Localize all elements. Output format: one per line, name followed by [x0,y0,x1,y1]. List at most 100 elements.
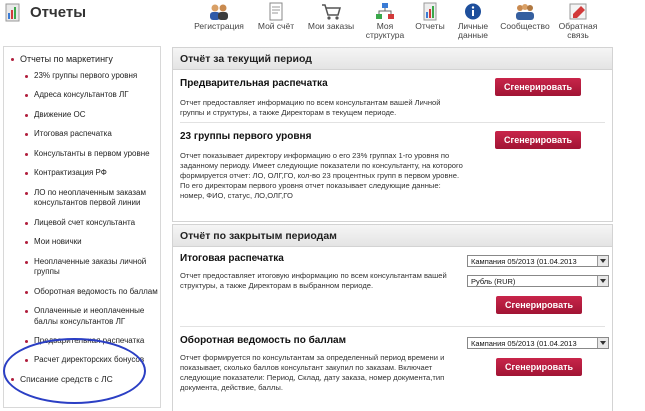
report-preliminary: Предварительная распечатка Отчет предост… [180,78,605,123]
generate-button[interactable]: Сгенерировать [495,78,581,96]
bullet-icon [25,133,28,136]
cart-icon [322,4,341,20]
sidebar: Отчеты по маркетингу 23% группы первого … [3,46,161,408]
closed-periods-panel: Отчёт по закрытым периодам Итоговая расп… [172,224,613,411]
reports-app-icon [5,3,20,22]
generate-button[interactable]: Сгенерировать [496,358,582,376]
bullet-icon [25,94,28,97]
sidebar-item-label: Списание средств с ЛС [20,374,113,384]
nav-community[interactable]: Сообщество [496,0,554,44]
panel-header: Отчёт по закрытым периодам [173,225,612,247]
people-icon [210,4,228,20]
bullet-icon [25,113,28,117]
nav-label: Мои заказы [307,21,355,31]
bullet-icon [25,358,28,362]
nav-my-account[interactable]: Мой счёт [250,0,302,44]
sidebar-item-label: Предварительная распечатка [34,336,145,345]
structure-icon [376,3,394,19]
sidebar-item[interactable]: Оборотная ведомость по баллам [4,287,160,298]
nav-my-structure[interactable]: Моя структура [360,0,410,44]
report-23-groups: 23 группы первого уровня Отчет показывае… [180,131,605,201]
bullet-icon [11,58,14,61]
report-description: Отчет предоставляет информацию по всем к… [180,98,441,117]
divider [180,326,605,327]
sidebar-item-label: Итоговая распечатка [34,129,112,138]
sidebar-item-label: Отчеты по маркетингу [20,54,113,64]
generate-button[interactable]: Сгенерировать [496,296,582,314]
bullet-icon [25,221,28,225]
nav-label: Обратная связь [558,21,598,40]
bullet-icon [25,74,28,78]
community-icon [516,4,534,20]
nav-label: Личные данные [457,21,489,40]
top-navigation: Регистрация Мой счёт Мои заказы Моя стру… [188,0,602,44]
chevron-down-icon [597,338,608,348]
bullet-icon [25,152,28,156]
sidebar-item[interactable]: ЛО по неоплаченным заказам консультантов… [4,188,160,209]
sidebar-item-label: Оборотная ведомость по баллам [34,286,158,296]
feedback-icon [569,3,587,20]
currency-select[interactable]: Рубль (RUR) [467,275,609,287]
sidebar-item[interactable]: Мои новички [4,237,160,248]
bullet-icon [25,191,28,195]
report-description: Отчет формируется по консультантам за оп… [180,353,445,392]
sidebar-item-label: Движение ОС [34,109,86,119]
sidebar-item[interactable]: Лицевой счет консультанта [4,218,160,229]
campaign-select[interactable]: Кампания 05/2013 (01.04.2013 [467,337,609,349]
sidebar-item[interactable]: Расчет директорских бонусов [4,355,160,366]
campaign-value: Кампания 05/2013 (01.04.2013 [471,257,577,266]
nav-label: Регистрация [194,21,244,31]
report-description: Отчет показывает директору информацию о … [180,151,463,200]
bullet-icon [25,260,28,264]
info-icon [465,3,481,20]
divider [180,122,605,123]
nav-label: Мой счёт [257,21,295,31]
sidebar-item-label: Консультанты в первом уровне [34,148,150,158]
nav-my-orders[interactable]: Мои заказы [302,0,360,44]
chevron-down-icon [597,276,608,286]
sidebar-item-label: Лицевой счет консультанта [34,217,136,227]
bullet-icon [25,310,28,313]
sidebar-item[interactable]: Контрактизация РФ [4,168,160,179]
sidebar-list: Отчеты по маркетингу 23% группы первого … [4,47,160,385]
sidebar-item-label: Оплаченные и неоплаченные баллы консульт… [34,306,145,326]
nav-label: Сообщество [500,21,550,31]
currency-value: Рубль (RUR) [471,277,516,286]
sidebar-item-label: Адреса консультантов ЛГ [34,90,129,99]
sidebar-item[interactable]: Оплаченные и неоплаченные баллы консульт… [4,306,160,327]
panel-header: Отчёт за текущий период [173,48,612,70]
sidebar-item[interactable]: Консультанты в первом уровне [4,149,160,160]
sidebar-item[interactable]: Движение ОС [4,110,160,121]
sidebar-item[interactable]: Неоплаченные заказы личной группы [4,257,160,278]
sidebar-item-label: ЛО по неоплаченным заказам консультантов… [34,187,146,208]
bullet-icon [25,340,28,343]
header: Отчеты Регистрация Мой счёт Мои заказы М… [0,0,645,46]
bullet-icon [25,290,28,294]
nav-feedback[interactable]: Обратная связь [554,0,602,44]
sidebar-item-label: Неоплаченные заказы личной группы [34,256,147,277]
sidebar-item[interactable]: Адреса консультантов ЛГ [4,90,160,101]
current-period-panel: Отчёт за текущий период Предварительная … [172,47,613,222]
sidebar-item[interactable]: 23% группы первого уровня [4,71,160,82]
sidebar-item-label: 23% группы первого уровня [34,70,138,80]
document-icon [269,2,283,21]
sidebar-item-label: Мои новички [34,237,82,246]
report-final: Итоговая распечатка Отчет предоставляет … [180,253,609,327]
generate-button[interactable]: Сгенерировать [495,131,581,149]
nav-personal-data[interactable]: Личные данные [450,0,496,44]
bullet-icon [25,241,28,244]
page-title: Отчеты [30,4,87,21]
nav-reports[interactable]: Отчеты [410,0,450,44]
sidebar-item-label: Расчет директорских бонусов [34,354,145,364]
bullet-icon [25,172,28,175]
sidebar-item-marketing-reports[interactable]: Отчеты по маркетингу [4,54,160,65]
bullet-icon [11,378,14,381]
nav-label: Отчеты [415,21,445,31]
sidebar-item[interactable]: Предварительная распечатка [4,336,160,347]
sidebar-item[interactable]: Итоговая распечатка [4,129,160,140]
campaign-select[interactable]: Кампания 05/2013 (01.04.2013 [467,255,609,267]
nav-registration[interactable]: Регистрация [188,0,250,44]
report-description: Отчет предоставляет итоговую информацию … [180,271,447,290]
sidebar-item-write-off[interactable]: Списание средств с ЛС [4,374,160,385]
campaign-value: Кампания 05/2013 (01.04.2013 [471,339,577,348]
